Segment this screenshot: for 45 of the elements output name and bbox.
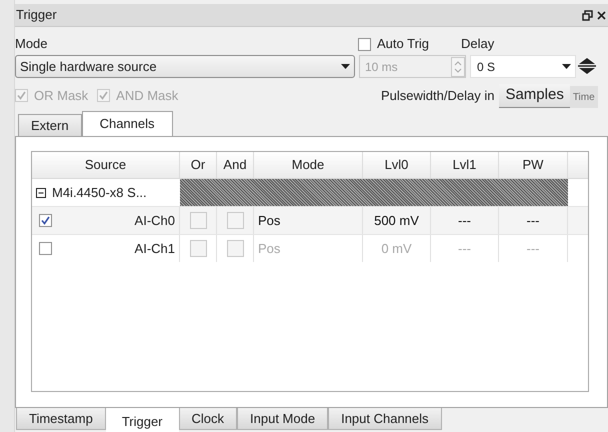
tab[interactable]: Input Mode [237, 408, 328, 430]
dropdown-arrow-icon [341, 64, 350, 70]
dropdown-arrow-icon [562, 64, 571, 70]
unit-tab[interactable]: Samples [499, 84, 570, 108]
checkbox[interactable] [190, 240, 206, 258]
auto-trig-label: Auto Trig [377, 35, 430, 54]
tab[interactable]: Trigger [106, 408, 179, 432]
mask-label: OR Mask [34, 86, 88, 105]
window-title: Trigger [16, 6, 58, 24]
column-header[interactable]: Lvl1 [431, 152, 499, 178]
checkbox[interactable] [226, 212, 244, 230]
pulsewidth-label: Pulsewidth/Delay in [381, 86, 494, 105]
checkbox[interactable] [226, 240, 244, 258]
unit-tab[interactable]: Time [570, 86, 598, 108]
tab[interactable]: Channels [82, 111, 173, 136]
table-cell: --- [431, 235, 499, 262]
collapse-icon[interactable] [36, 188, 46, 198]
mode-label: Mode [15, 35, 49, 54]
channel-name: AI-Ch1 [134, 240, 175, 258]
delay-label: Delay [461, 35, 494, 54]
checkbox[interactable] [39, 214, 52, 228]
table-cell: Pos [254, 235, 363, 262]
device-label: M4i.4450-x8 S... [52, 184, 147, 202]
mode-dropdown[interactable]: Single hardware source [15, 55, 355, 78]
delay-dropdown[interactable]: 0 S [470, 55, 576, 78]
spin-arrows-icon [451, 56, 465, 77]
column-header[interactable]: Source [32, 152, 180, 178]
channel-name: AI-Ch0 [134, 212, 175, 230]
column-header[interactable]: Lvl0 [363, 152, 431, 178]
restore-icon[interactable] [582, 10, 593, 21]
tab[interactable]: Extern [18, 114, 82, 136]
mask-label: AND Mask [116, 86, 178, 105]
checkbox[interactable] [39, 242, 52, 256]
column-header[interactable]: PW [499, 152, 568, 178]
checkbox[interactable] [190, 212, 206, 230]
close-icon[interactable] [597, 10, 606, 20]
column-header[interactable]: Or [180, 152, 217, 178]
table-cell: 0 mV [363, 235, 431, 262]
checkbox[interactable] [358, 38, 371, 51]
column-header[interactable]: And [217, 152, 254, 178]
table-cell: --- [499, 235, 568, 262]
tab[interactable]: Clock [178, 408, 238, 430]
tab[interactable]: Timestamp [16, 408, 106, 430]
column-header[interactable]: Mode [254, 152, 363, 178]
tab[interactable]: Input Channels [328, 408, 442, 430]
